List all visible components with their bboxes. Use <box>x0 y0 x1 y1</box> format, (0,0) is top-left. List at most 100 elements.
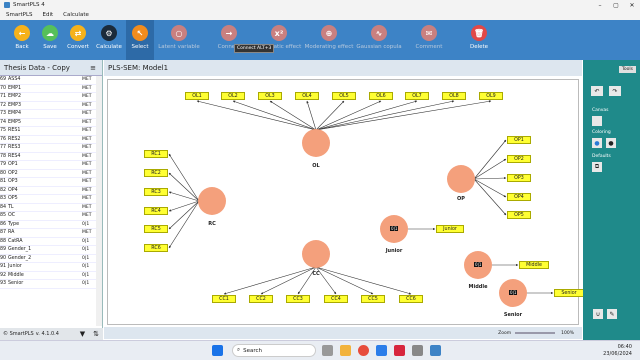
indicator-row[interactable]: 84 TL MET <box>0 204 96 212</box>
fill-drop-icon[interactable]: ● <box>592 138 602 148</box>
acrobat-icon[interactable] <box>394 345 405 356</box>
indicator-row[interactable]: 89 Gender_1 0|1 <box>0 246 96 255</box>
indicator-row[interactable]: 80 OP2 MET <box>0 170 96 178</box>
indicator-box[interactable]: CC3 <box>286 295 310 303</box>
indicator-row[interactable]: 81 OP3 MET <box>0 178 96 187</box>
indicator-row[interactable]: 74 EMP5 MET <box>0 119 96 127</box>
hamburger-menu-icon[interactable]: ≡ <box>90 64 96 72</box>
indicator-box[interactable]: OL2 <box>221 92 245 100</box>
data-panel-scrollbar[interactable] <box>96 76 102 326</box>
latent-variable-ol[interactable] <box>302 129 330 157</box>
indicator-box[interactable]: OL7 <box>405 92 429 100</box>
indicator-row[interactable]: 90 Gender_2 0|1 <box>0 255 96 263</box>
indicator-box[interactable]: RC2 <box>144 169 168 177</box>
indicator-row[interactable]: 70 EMP1 MET <box>0 85 96 93</box>
taskbar-search[interactable]: ⌕ Search <box>232 344 316 357</box>
redo-icon[interactable]: ↷ <box>609 86 621 96</box>
indicator-box[interactable]: CC5 <box>361 295 385 303</box>
close-icon[interactable]: ✕ <box>624 2 640 9</box>
chrome-icon[interactable] <box>358 345 369 356</box>
indicator-row[interactable]: 85 OC MET <box>0 212 96 221</box>
indicator-row[interactable]: 87 RA MET <box>0 229 96 238</box>
indicator-box[interactable]: OL1 <box>185 92 209 100</box>
indicator-row[interactable]: 77 RES3 MET <box>0 144 96 153</box>
toolbar-latent-variable-button[interactable]: ○ Latent variable <box>154 20 204 50</box>
task-view-icon[interactable] <box>322 345 333 356</box>
indicator-row[interactable]: 92 Middle 0|1 <box>0 272 96 280</box>
indicator-row[interactable]: 86 Type 0|1 <box>0 221 96 229</box>
undo-icon[interactable]: ↶ <box>591 86 603 96</box>
pen-icon[interactable]: ✎ <box>607 309 617 319</box>
indicator-row[interactable]: 91 Junior 0|1 <box>0 263 96 272</box>
maximize-icon[interactable]: ▢ <box>608 2 624 9</box>
indicator-row[interactable]: 88 CatRA 0|1 <box>0 238 96 246</box>
latent-variable-rc[interactable] <box>198 187 226 215</box>
menu-edit[interactable]: Edit <box>43 12 54 18</box>
toolbar-convert-button[interactable]: ⇄ Convert <box>64 20 92 50</box>
indicator-box[interactable]: OP5 <box>507 211 531 219</box>
indicator-row[interactable]: 82 OP4 MET <box>0 187 96 195</box>
tools-tab[interactable]: Tools <box>618 66 636 73</box>
indicator-row[interactable]: 93 Senior 0|1 <box>0 280 96 289</box>
indicator-box[interactable]: RC1 <box>144 150 168 158</box>
indicator-box[interactable]: OL9 <box>479 92 503 100</box>
toolbar-delete-button[interactable]: 🗑 Delete <box>454 20 504 50</box>
menu-smartpls[interactable]: SmartPLS <box>6 12 33 18</box>
toolbar-gaussian-copula-button[interactable]: ∿ Gaussian copula <box>354 20 404 50</box>
indicator-row[interactable]: 78 RES4 MET <box>0 153 96 161</box>
toolbar-back-button[interactable]: ← Back <box>8 20 36 50</box>
toolbar-moderating-effect-button[interactable]: ⊕ Moderating effect <box>304 20 354 50</box>
indicator-box[interactable]: OL3 <box>258 92 282 100</box>
indicator-type: MET <box>82 196 92 202</box>
model-tab-title[interactable]: PLS-SEM: Model1 <box>108 64 168 72</box>
canvas-color-swatch[interactable] <box>592 116 602 126</box>
smartpls-taskbar-icon[interactable] <box>430 345 441 356</box>
app-icon[interactable] <box>412 345 423 356</box>
indicator-box[interactable]: Middle <box>519 261 549 269</box>
indicator-row[interactable]: 71 EMP2 MET <box>0 93 96 102</box>
indicator-box[interactable]: CC1 <box>212 295 236 303</box>
zoom-slider[interactable] <box>515 332 556 334</box>
indicator-row[interactable]: 73 EMP4 MET <box>0 110 96 119</box>
indicator-box[interactable]: RC6 <box>144 244 168 252</box>
file-explorer-icon[interactable] <box>340 345 351 356</box>
minimize-icon[interactable]: – <box>592 2 608 9</box>
toolbar-select-button[interactable]: ↖ Select <box>126 20 154 60</box>
indicator-box[interactable]: RC4 <box>144 207 168 215</box>
latent-variable-op[interactable] <box>447 165 475 193</box>
indicator-box[interactable]: CC6 <box>399 295 423 303</box>
indicator-box[interactable]: OL5 <box>332 92 356 100</box>
indicator-row[interactable]: 75 RES1 MET <box>0 127 96 136</box>
line-drop-icon[interactable]: ● <box>606 138 616 148</box>
toolbar-save-button[interactable]: ☁ Save <box>36 20 64 50</box>
indicator-box[interactable]: OL4 <box>295 92 319 100</box>
model-canvas[interactable]: OL1 OL2 OL3 OL4 OL5 OL6 OL7 OL8 OL9 OL RC1 RC2 RC3 RC… <box>107 79 584 325</box>
indicator-box[interactable]: OP4 <box>507 193 531 201</box>
defaults-icon[interactable]: ⧉ <box>592 162 602 172</box>
edge-icon[interactable] <box>376 345 387 356</box>
indicator-row[interactable]: 69 ASS4 MET <box>0 76 96 85</box>
indicator-row[interactable]: 72 EMP3 MET <box>0 102 96 110</box>
sort-icon[interactable]: ⇅ <box>93 330 99 338</box>
indicator-box[interactable]: OL6 <box>369 92 393 100</box>
toolbar-comment-button[interactable]: ✉ Comment <box>404 20 454 50</box>
indicator-box[interactable]: Junior <box>436 225 464 233</box>
filter-icon[interactable]: ▼ <box>80 330 85 338</box>
indicator-row[interactable]: 83 OP5 MET <box>0 195 96 204</box>
magnet-icon[interactable]: ∪ <box>593 309 603 319</box>
indicator-box[interactable]: RC5 <box>144 225 168 233</box>
indicator-row[interactable]: 79 OP1 MET <box>0 161 96 170</box>
menu-calculate[interactable]: Calculate <box>63 12 89 18</box>
indicator-box[interactable]: CC2 <box>249 295 273 303</box>
toolbar-calculate-button[interactable]: ⚙ Calculate <box>92 20 126 50</box>
indicator-box[interactable]: CC4 <box>324 295 348 303</box>
indicator-box[interactable]: OP2 <box>507 155 531 163</box>
indicator-box[interactable]: RC3 <box>144 188 168 196</box>
indicator-row[interactable]: 76 RES2 MET <box>0 136 96 144</box>
indicator-box[interactable]: Senior <box>554 289 584 297</box>
indicator-box[interactable]: OP1 <box>507 136 531 144</box>
indicator-box[interactable]: OL8 <box>442 92 466 100</box>
windows-start-icon[interactable] <box>212 345 223 356</box>
latent-variable-cc[interactable] <box>302 240 330 268</box>
indicator-box[interactable]: OP3 <box>507 174 531 182</box>
